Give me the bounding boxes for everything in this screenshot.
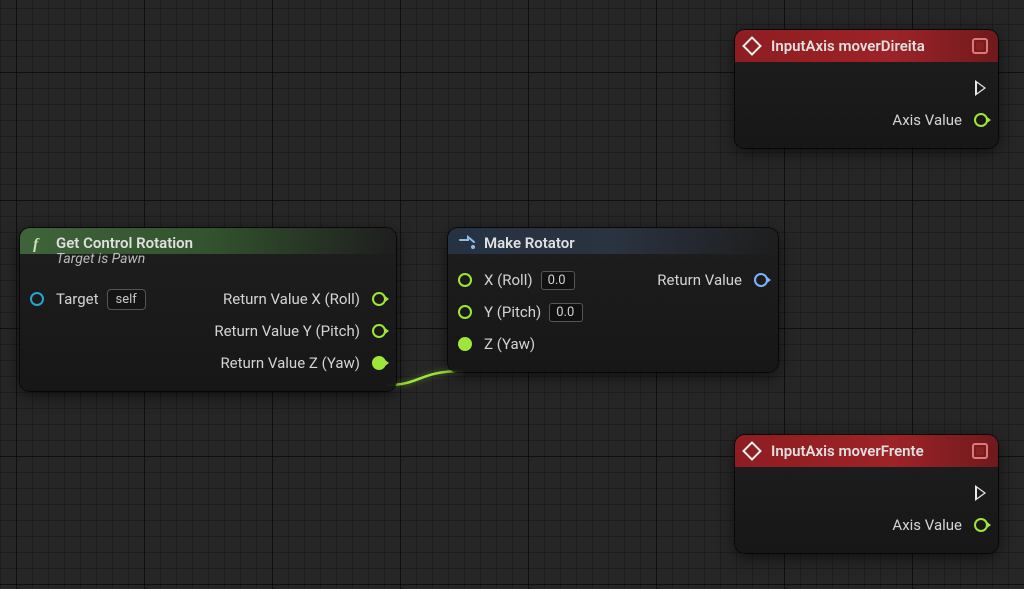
event-badge-icon: [972, 443, 988, 459]
pin-label-axis: Axis Value: [892, 111, 962, 129]
pin-exec-out[interactable]: [975, 80, 986, 96]
node-title: Make Rotator: [484, 234, 575, 252]
pin-axis-value-out[interactable]: [974, 113, 988, 127]
node-inputaxis-moverdireita[interactable]: InputAxis moverDireita Axis Value: [735, 30, 998, 148]
pin-x-in[interactable]: [458, 273, 472, 287]
pin-label-out-z: Return Value Z (Yaw): [220, 354, 360, 372]
node-header[interactable]: InputAxis moverDireita: [735, 30, 998, 62]
pin-label-x: X (Roll): [484, 271, 533, 289]
node-header[interactable]: Make Rotator: [448, 228, 778, 254]
node-make-rotator[interactable]: Make Rotator X (Roll) 0.0 Return Value Y…: [448, 228, 778, 372]
pin-return-x-out[interactable]: [372, 292, 386, 306]
pin-target-in[interactable]: [30, 292, 44, 306]
pin-label-out-x: Return Value X (Roll): [223, 290, 360, 308]
pin-axis-value-out[interactable]: [974, 518, 988, 532]
pin-return-out[interactable]: [754, 273, 768, 287]
pin-return-z-out[interactable]: [372, 356, 386, 370]
pin-label-z: Z (Yaw): [484, 335, 535, 353]
event-diamond-icon: [742, 441, 762, 461]
pin-label-axis: Axis Value: [892, 516, 962, 534]
node-subtitle: Target is Pawn: [20, 251, 396, 273]
node-inputaxis-moverfrente[interactable]: InputAxis moverFrente Axis Value: [735, 435, 998, 553]
input-x-value[interactable]: 0.0: [541, 271, 575, 290]
convert-icon: [458, 234, 476, 252]
target-default-chip[interactable]: self: [107, 289, 146, 310]
blueprint-graph-viewport[interactable]: f Get Control Rotation Target is Pawn Ta…: [0, 0, 1024, 589]
node-title: Get Control Rotation: [56, 234, 193, 252]
pin-label-y: Y (Pitch): [484, 303, 541, 321]
pin-z-in[interactable]: [458, 337, 472, 351]
svg-text:f: f: [33, 236, 40, 252]
event-diamond-icon: [742, 36, 762, 56]
pin-y-in[interactable]: [458, 305, 472, 319]
event-badge-icon: [972, 38, 988, 54]
pin-exec-out[interactable]: [975, 485, 986, 501]
node-title: InputAxis moverFrente: [771, 442, 924, 460]
pin-return-y-out[interactable]: [372, 324, 386, 338]
node-get-control-rotation[interactable]: f Get Control Rotation Target is Pawn Ta…: [20, 228, 396, 391]
node-header[interactable]: InputAxis moverFrente: [735, 435, 998, 467]
node-title: InputAxis moverDireita: [771, 37, 925, 55]
pin-label-target: Target: [56, 290, 99, 308]
pin-label-out-y: Return Value Y (Pitch): [214, 322, 360, 340]
pin-label-return: Return Value: [657, 271, 742, 289]
function-icon: f: [30, 234, 48, 252]
input-y-value[interactable]: 0.0: [549, 303, 583, 322]
